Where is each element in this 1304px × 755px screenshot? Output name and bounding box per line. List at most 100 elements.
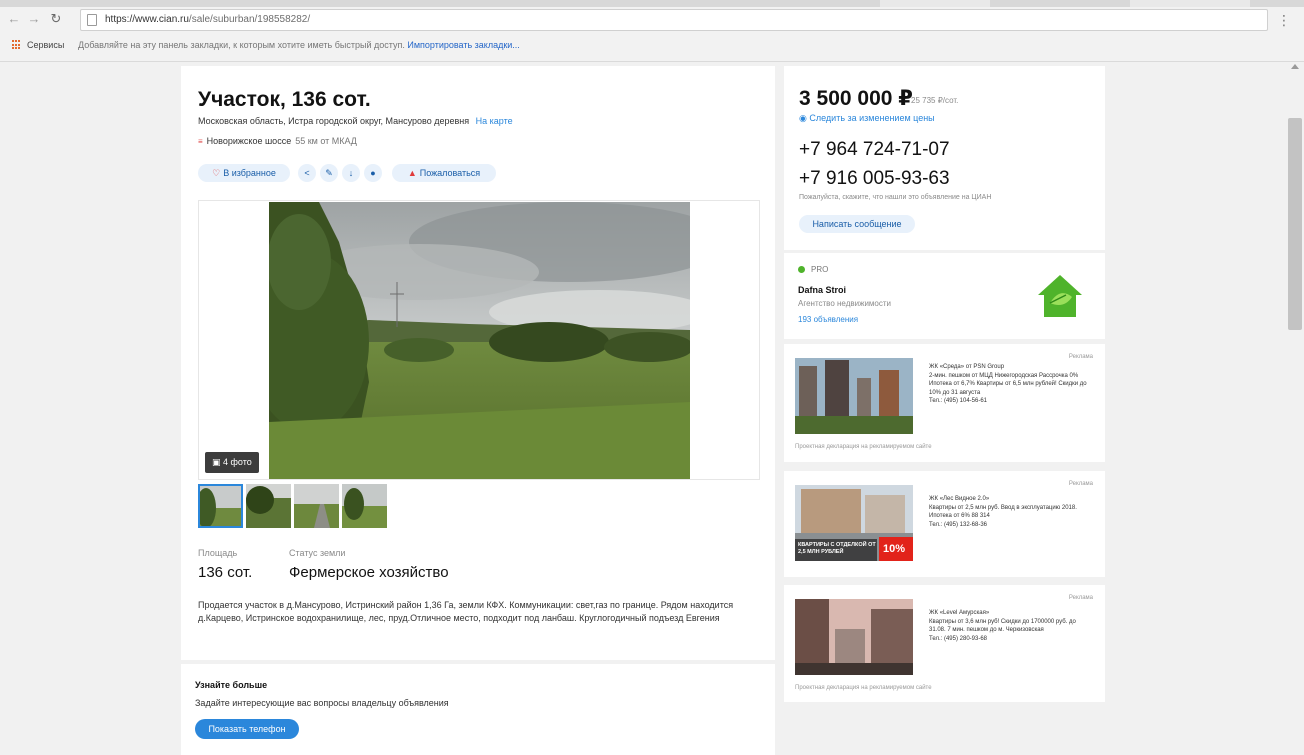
ad-description: Квартиры от 2,5 млн руб. Ввод в эксплуат…	[929, 504, 1077, 520]
ad-title[interactable]: ЖК «Level Амурская»	[929, 609, 1094, 618]
pro-dot-icon	[798, 266, 805, 273]
hide-button[interactable]: ●	[364, 164, 382, 182]
learn-more-text: Задайте интересующие вас вопросы владель…	[195, 698, 449, 708]
ad-label: Реклама	[1068, 481, 1093, 487]
favorite-button[interactable]: ♡ В избранное	[198, 164, 290, 182]
ad-banner-text: КВАРТИРЫ С ОТДЕЛКОЙ ОТ 2,5 МЛН РУБЛЕЙ	[798, 542, 876, 555]
listing-price: 3 500 000 ₽	[799, 87, 913, 110]
browser-menu-icon[interactable]: ⋮	[1276, 11, 1292, 29]
highway-info: ≡ Новорижское шоссе 55 км от МКАД	[198, 136, 357, 146]
page-icon	[87, 14, 97, 26]
back-icon[interactable]: ←	[6, 11, 22, 27]
learn-more-title: Узнайте больше	[195, 680, 268, 690]
scroll-up-icon[interactable]	[1291, 64, 1299, 69]
ad-label: Реклама	[1068, 354, 1093, 360]
complain-button[interactable]: ▲ Пожаловаться	[392, 164, 496, 182]
ad-card[interactable]: Реклама ЖК «Level Амурская» Квартиры от …	[784, 585, 1105, 702]
bookmarks-apps-label[interactable]: Сервисы	[27, 40, 64, 50]
download-button[interactable]: ↓	[342, 164, 360, 182]
thumbnail-image	[342, 484, 387, 528]
forward-icon[interactable]: →	[26, 11, 42, 27]
agent-listings-link[interactable]: 193 объявления	[798, 315, 858, 324]
tab-strip	[0, 0, 1304, 7]
ad-footer: Проектная декларация на рекламируемом са…	[795, 685, 932, 691]
address-bar[interactable]: https://www.cian.ru/sale/suburban/198558…	[80, 9, 1268, 31]
ad-text: ЖК «Среда» от PSN Group 2-мин. пешком от…	[929, 363, 1094, 406]
ad-card[interactable]: КВАРТИРЫ С ОТДЕЛКОЙ ОТ 2,5 МЛН РУБЛЕЙ 10…	[784, 471, 1105, 577]
url-text[interactable]: https://www.cian.ru/sale/suburban/198558…	[105, 14, 310, 25]
photo-count-label: 4 фото	[223, 457, 252, 467]
thumbnail-image	[198, 484, 243, 528]
photo-count-badge[interactable]: ▣ 4 фото	[205, 452, 259, 473]
ad-image[interactable]: КВАРТИРЫ С ОТДЕЛКОЙ ОТ 2,5 МЛН РУБЛЕЙ 10…	[795, 485, 913, 561]
listing-description: Продается участок в д.Мансурово, Истринс…	[198, 600, 734, 623]
show-phone-button[interactable]: Показать телефон	[195, 719, 299, 739]
watch-price-link[interactable]: ◉ Следить за изменением цены	[799, 113, 935, 124]
eye-icon: ◉	[799, 113, 810, 123]
highway-name[interactable]: Новорижское шоссе	[207, 136, 292, 146]
ad-label: Реклама	[1068, 595, 1093, 601]
land-status-value: Фермерское хозяйство	[289, 564, 449, 581]
ad-banner-badge: 10%	[883, 543, 906, 555]
ad-card[interactable]: Реклама ЖК «Среда» от PSN Group 2-мин. п…	[784, 344, 1105, 462]
listing-title: Участок, 136 сот.	[198, 88, 371, 111]
price-card: 3 500 000 ₽ 25 735 ₽/сот. ◉ Следить за и…	[784, 66, 1105, 250]
ad-title[interactable]: ЖК «Лес Видное 2.0»	[929, 495, 1094, 504]
ad-phone: Тел.: (495) 132-68-36	[929, 521, 987, 528]
bookmarks-hint: Добавляйте на эту панель закладки, к кот…	[78, 40, 520, 50]
ad-description: Квартиры от 3,6 млн руб! Скидки до 17000…	[929, 618, 1076, 634]
main-photo[interactable]	[269, 202, 690, 479]
bookmarks-bar: Сервисы Добавляйте на эту панель закладк…	[0, 35, 1304, 57]
browser-tab[interactable]	[1130, 0, 1250, 7]
scrollbar-thumb[interactable]	[1288, 118, 1302, 330]
photo-thumbnail[interactable]	[294, 484, 339, 528]
photo-gallery[interactable]: ▣ 4 фото	[198, 200, 760, 480]
photo-thumbnail[interactable]	[198, 484, 243, 528]
camera-icon: ▣	[212, 457, 224, 467]
phone-note: Пожалуйста, скажите, что нашли это объяв…	[799, 194, 992, 201]
agent-logo-icon[interactable]	[1036, 273, 1084, 321]
photo-thumbnail[interactable]	[342, 484, 387, 528]
pencil-icon: ✎	[325, 168, 333, 178]
heart-icon: ♡	[212, 168, 221, 178]
favorite-label: В избранное	[223, 168, 276, 178]
browser-tab[interactable]	[880, 0, 990, 7]
thumbnail-image	[294, 484, 339, 528]
phone-number[interactable]: +7 964 724-71-07	[799, 139, 950, 161]
ad-image[interactable]	[795, 599, 913, 675]
map-link[interactable]: На карте	[476, 116, 513, 126]
page-scrollbar[interactable]	[1286, 62, 1304, 755]
phone-number[interactable]: +7 916 005-93-63	[799, 168, 950, 190]
area-value: 136 сот.	[198, 564, 253, 581]
field-photo-image	[269, 202, 690, 479]
apps-grid-icon[interactable]	[12, 40, 22, 50]
ad-phone: Тел.: (495) 280-93-68	[929, 635, 987, 642]
highway-distance: 55 км от МКАД	[295, 136, 357, 146]
ad-title[interactable]: ЖК «Среда» от PSN Group	[929, 363, 1094, 372]
learn-more-card: Узнайте больше Задайте интересующие вас …	[181, 664, 775, 755]
browser-toolbar: ← → ↻ https://www.cian.ru/sale/suburban/…	[0, 7, 1304, 33]
url-path: /sale/suburban/198558282/	[188, 14, 311, 25]
reload-icon[interactable]: ↻	[48, 11, 64, 27]
edit-note-button[interactable]: ✎	[320, 164, 338, 182]
share-button[interactable]: <	[298, 164, 316, 182]
apartment-building-image	[795, 599, 913, 675]
ad-text: ЖК «Level Амурская» Квартиры от 3,6 млн …	[929, 609, 1094, 643]
share-icon: <	[304, 168, 310, 178]
ad-image[interactable]	[795, 358, 913, 434]
import-bookmarks-link[interactable]: Импортировать закладки...	[407, 40, 519, 50]
ad-text: ЖК «Лес Видное 2.0» Квартиры от 2,5 млн …	[929, 495, 1094, 529]
address-text[interactable]: Московская область, Истра городской окру…	[198, 116, 469, 126]
complain-label: Пожаловаться	[419, 168, 481, 178]
url-host: https://www.cian.ru	[105, 14, 189, 25]
highway-icon: ≡	[198, 137, 203, 146]
agent-name[interactable]: Dafna Stroi	[798, 285, 846, 295]
apartment-towers-image	[795, 358, 913, 434]
write-message-button[interactable]: Написать сообщение	[799, 215, 915, 233]
area-label: Площадь	[198, 548, 238, 558]
thumbnail-image	[246, 484, 291, 528]
price-per-unit: 25 735 ₽/сот.	[911, 96, 959, 105]
listing-card: Участок, 136 сот. Московская область, Ис…	[181, 66, 775, 660]
hide-icon: ●	[370, 168, 376, 178]
photo-thumbnail[interactable]	[246, 484, 291, 528]
